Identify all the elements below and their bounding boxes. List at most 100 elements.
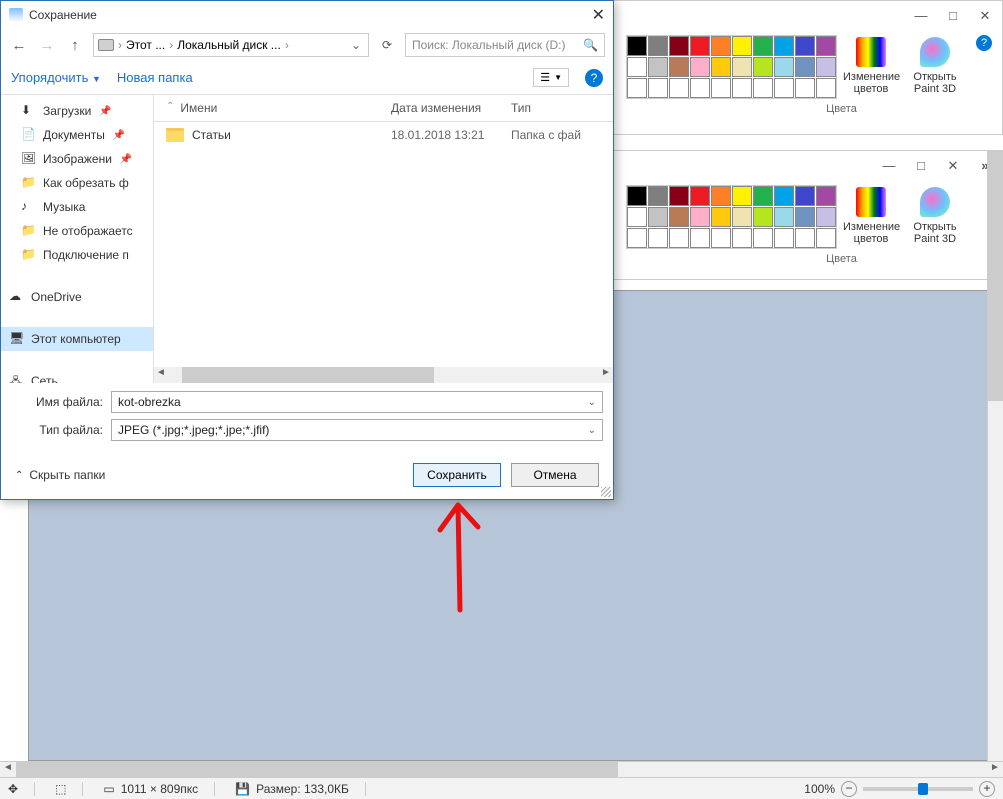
color-swatch[interactable] (627, 228, 647, 248)
color-swatch[interactable] (690, 36, 710, 56)
sidebar-item[interactable]: 📁Как обрезать ф (1, 171, 153, 195)
color-swatch[interactable] (690, 186, 710, 206)
color-swatch[interactable] (648, 228, 668, 248)
minimize-icon[interactable]: — (882, 158, 896, 172)
color-swatch[interactable] (690, 207, 710, 227)
close-icon[interactable]: ✕ (946, 158, 960, 172)
sidebar-item[interactable]: ⬇Загрузки📌 (1, 99, 153, 123)
sidebar-item[interactable]: 🖧Сеть (1, 369, 153, 383)
minimize-icon[interactable]: — (914, 8, 928, 22)
color-swatch[interactable] (753, 207, 773, 227)
color-swatch[interactable] (816, 36, 836, 56)
close-icon[interactable]: ✕ (978, 8, 992, 22)
color-swatch[interactable] (753, 78, 773, 98)
color-swatch[interactable] (795, 57, 815, 77)
column-name[interactable]: Имени (180, 101, 391, 115)
color-swatch[interactable] (711, 186, 731, 206)
nav-up-icon[interactable]: ↑ (65, 37, 85, 54)
chevron-down-icon[interactable]: ⌄ (588, 425, 596, 436)
open-paint3d-button[interactable]: Открыть Paint 3D (905, 185, 965, 247)
column-date[interactable]: Дата изменения (391, 101, 511, 115)
color-swatch[interactable] (774, 36, 794, 56)
breadcrumb-dropdown-icon[interactable]: ⌄ (348, 38, 364, 52)
color-swatch[interactable] (753, 228, 773, 248)
color-swatch[interactable] (753, 57, 773, 77)
cancel-button[interactable]: Отмена (511, 463, 599, 487)
color-swatch[interactable] (774, 207, 794, 227)
sidebar-item[interactable]: 🖼Изображени📌 (1, 147, 153, 171)
sidebar-item[interactable]: ☁OneDrive (1, 285, 153, 309)
nav-back-icon[interactable]: ← (9, 37, 29, 54)
color-swatch[interactable] (753, 36, 773, 56)
maximize-icon[interactable]: □ (946, 8, 960, 22)
resize-grip[interactable] (601, 487, 611, 497)
maximize-icon[interactable]: □ (914, 158, 928, 172)
sidebar-item[interactable]: 📄Документы📌 (1, 123, 153, 147)
color-swatch[interactable] (774, 57, 794, 77)
chevron-down-icon[interactable]: ⌄ (588, 397, 596, 408)
zoom-in-button[interactable]: + (979, 781, 995, 797)
save-button[interactable]: Сохранить (413, 463, 501, 487)
color-swatch[interactable] (627, 57, 647, 77)
color-swatch[interactable] (711, 36, 731, 56)
color-swatch[interactable] (816, 228, 836, 248)
color-swatch[interactable] (648, 57, 668, 77)
breadcrumb-root[interactable]: Этот ... (126, 38, 165, 52)
color-swatch[interactable] (816, 186, 836, 206)
organize-button[interactable]: Упорядочить ▼ (11, 70, 101, 85)
refresh-icon[interactable]: ⟳ (377, 38, 397, 52)
color-swatch[interactable] (627, 207, 647, 227)
breadcrumb-current[interactable]: Локальный диск ... (177, 38, 281, 52)
color-swatch[interactable] (669, 207, 689, 227)
color-swatch[interactable] (648, 78, 668, 98)
nav-forward-icon[interactable]: → (37, 37, 57, 54)
color-swatch[interactable] (795, 78, 815, 98)
color-swatch[interactable] (795, 207, 815, 227)
vertical-scrollbar[interactable] (987, 150, 1003, 777)
hide-folders-toggle[interactable]: ⌃ Скрыть папки (15, 468, 105, 482)
color-swatch[interactable] (816, 207, 836, 227)
file-row[interactable]: Статьи18.01.2018 13:21Папка с фай (154, 122, 613, 148)
color-swatch[interactable] (669, 36, 689, 56)
color-swatch[interactable] (648, 186, 668, 206)
sidebar-item[interactable]: ♪Музыка (1, 195, 153, 219)
zoom-out-button[interactable]: − (841, 781, 857, 797)
edit-colors-button[interactable]: Изменение цветов (841, 185, 901, 247)
color-swatch[interactable] (732, 36, 752, 56)
color-palette[interactable] (626, 185, 837, 249)
color-swatch[interactable] (648, 207, 668, 227)
color-swatch[interactable] (669, 186, 689, 206)
color-swatch[interactable] (795, 186, 815, 206)
close-icon[interactable]: ✕ (592, 5, 605, 25)
color-swatch[interactable] (732, 207, 752, 227)
color-swatch[interactable] (690, 228, 710, 248)
color-swatch[interactable] (669, 78, 689, 98)
color-swatch[interactable] (690, 78, 710, 98)
color-swatch[interactable] (627, 186, 647, 206)
search-input[interactable]: Поиск: Локальный диск (D:) 🔍 (405, 33, 605, 57)
color-swatch[interactable] (732, 78, 752, 98)
color-swatch[interactable] (669, 57, 689, 77)
sidebar-item[interactable]: 📁Подключение п (1, 243, 153, 267)
color-palette[interactable] (626, 35, 837, 99)
color-swatch[interactable] (816, 57, 836, 77)
sidebar-item[interactable]: 📁Не отображаетс (1, 219, 153, 243)
color-swatch[interactable] (627, 78, 647, 98)
horizontal-scrollbar[interactable]: ◄► (0, 761, 1003, 777)
color-swatch[interactable] (711, 78, 731, 98)
view-options-button[interactable]: ☰▼ (533, 68, 569, 87)
edit-colors-button[interactable]: Изменение цветов (841, 35, 901, 97)
color-swatch[interactable] (711, 207, 731, 227)
color-swatch[interactable] (774, 228, 794, 248)
color-swatch[interactable] (711, 57, 731, 77)
color-swatch[interactable] (732, 228, 752, 248)
color-swatch[interactable] (753, 186, 773, 206)
color-swatch[interactable] (816, 78, 836, 98)
color-swatch[interactable] (627, 36, 647, 56)
open-paint3d-button[interactable]: Открыть Paint 3D (905, 35, 965, 97)
breadcrumb[interactable]: › Этот ... › Локальный диск ... › ⌄ (93, 33, 369, 57)
color-swatch[interactable] (795, 228, 815, 248)
color-swatch[interactable] (795, 36, 815, 56)
color-swatch[interactable] (711, 228, 731, 248)
file-list-header[interactable]: ⌃ Имени Дата изменения Тип (154, 95, 613, 122)
